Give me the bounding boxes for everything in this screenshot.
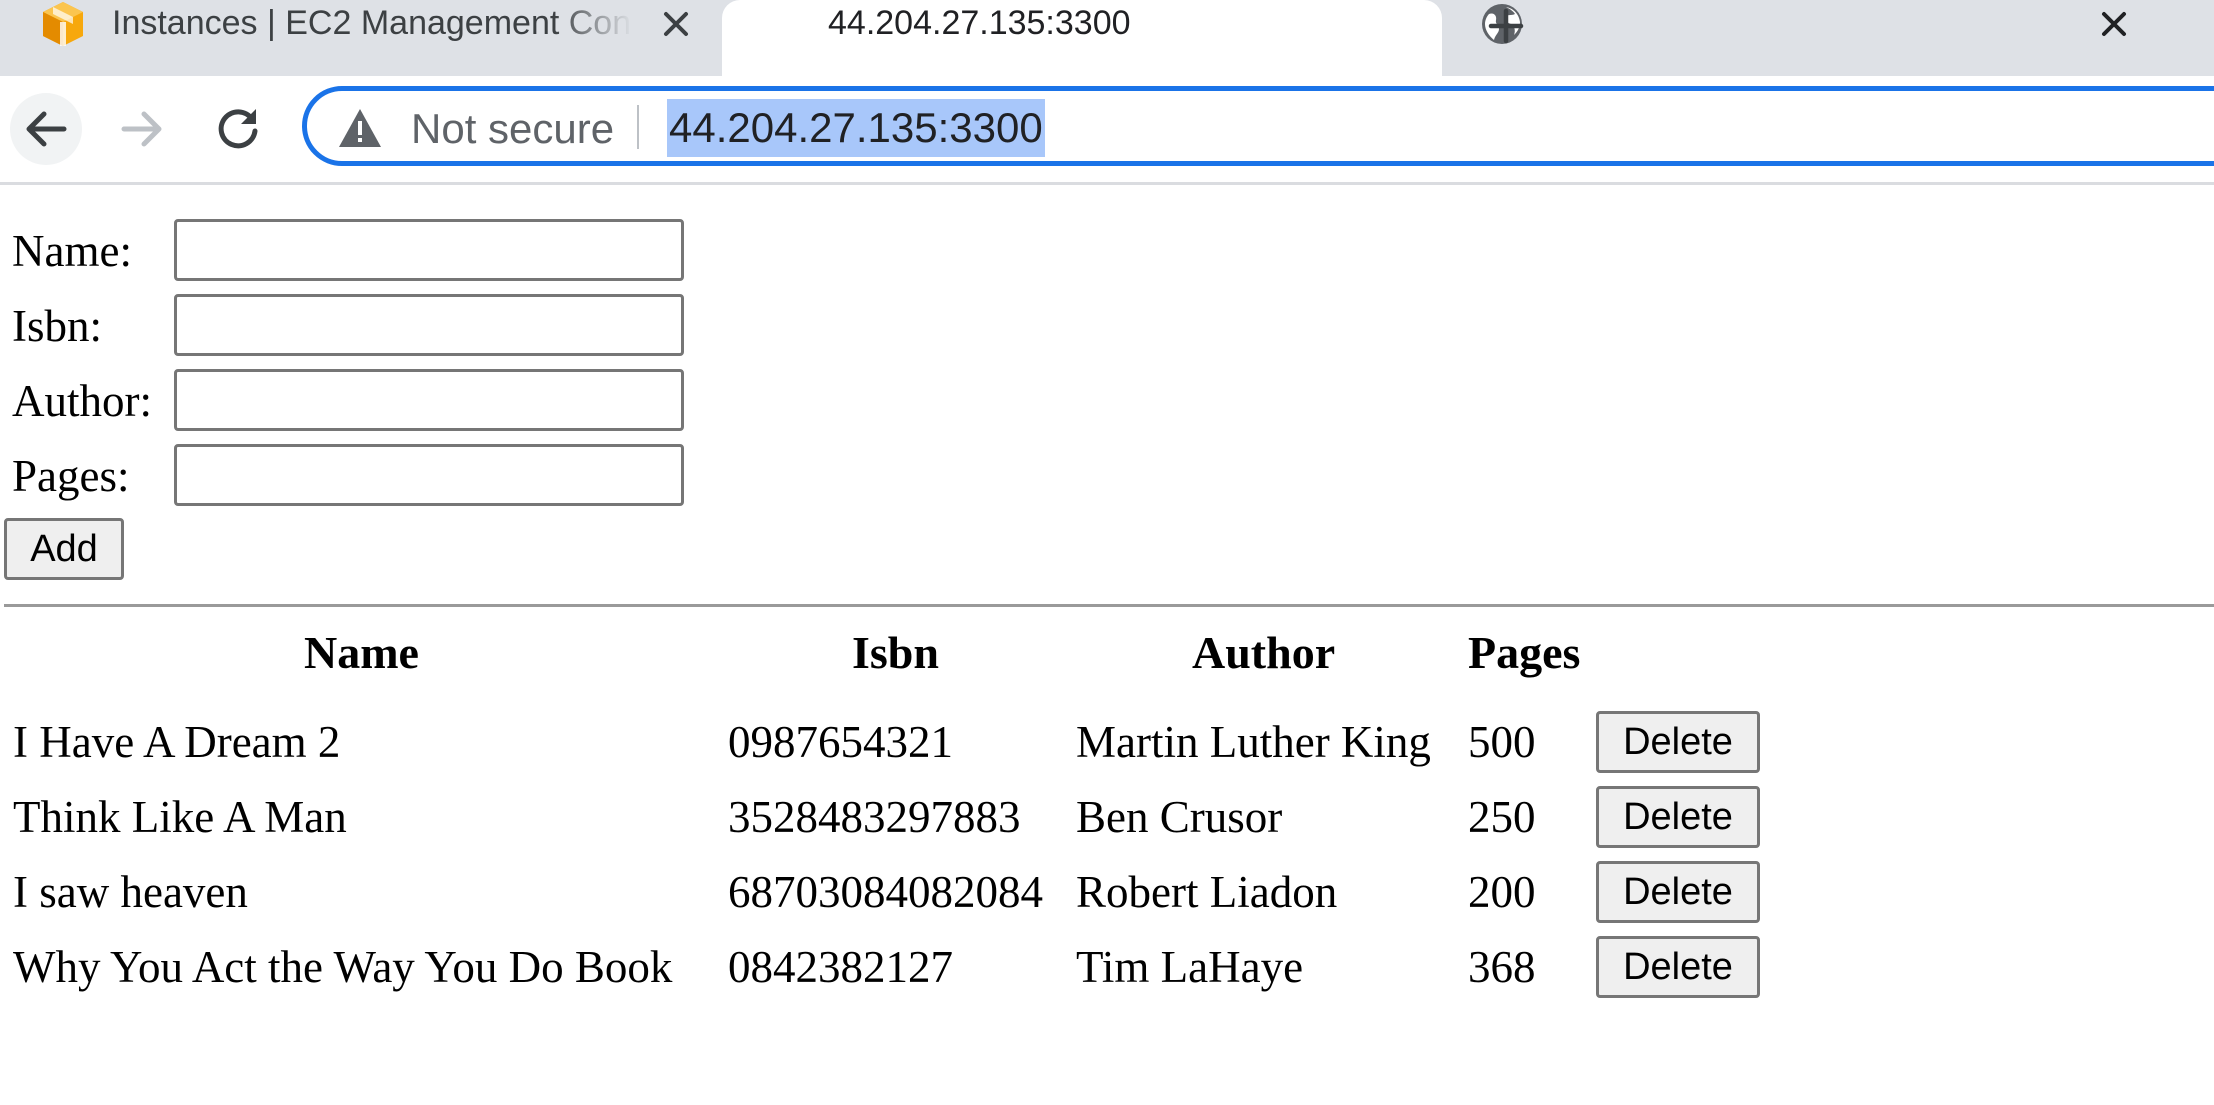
cell-name: Why You Act the Way You Do Book	[13, 942, 673, 992]
omnibox-divider	[637, 105, 639, 149]
name-label: Name:	[12, 226, 132, 276]
cell-author: Ben Crusor	[1076, 792, 1283, 842]
url-text[interactable]: 44.204.27.135:3300	[667, 99, 1045, 157]
back-arrow-icon[interactable]	[10, 93, 82, 165]
cell-isbn: 0987654321	[728, 717, 953, 767]
aws-box-icon	[40, 0, 86, 57]
cell-pages: 200	[1468, 867, 1536, 917]
cell-name: I saw heaven	[13, 867, 248, 917]
cell-isbn: 3528483297883	[728, 792, 1021, 842]
tab-ec2-instances[interactable]: Instances | EC2 Management Console	[0, 0, 710, 76]
tab-strip: Instances | EC2 Management Console 44.20…	[0, 0, 2214, 76]
cell-isbn: 68703084082084	[728, 867, 1043, 917]
cell-name: Think Like A Man	[13, 792, 347, 842]
tab-title: 44.204.27.135:3300	[828, 4, 1131, 42]
divider	[4, 604, 2214, 607]
header-isbn: Isbn	[852, 627, 939, 678]
isbn-label: Isbn:	[12, 301, 102, 351]
cell-name: I Have A Dream 2	[13, 717, 341, 767]
delete-button[interactable]: Delete	[1596, 861, 1760, 923]
cell-pages: 500	[1468, 717, 1536, 767]
reload-icon[interactable]	[202, 93, 274, 165]
header-author: Author	[1192, 627, 1336, 678]
delete-button[interactable]: Delete	[1596, 786, 1760, 848]
cell-isbn: 0842382127	[728, 942, 953, 992]
cell-author: Tim LaHaye	[1076, 942, 1304, 992]
page-content: Name: Isbn: Author: Pages: Add Name Isbn…	[0, 186, 2214, 1105]
warning-triangle-icon[interactable]	[337, 107, 383, 154]
delete-button[interactable]: Delete	[1596, 936, 1760, 998]
pages-input[interactable]	[174, 444, 684, 506]
security-status-label[interactable]: Not secure	[411, 105, 614, 153]
new-tab-icon[interactable]	[1480, 2, 1532, 50]
close-tab-icon[interactable]	[2092, 2, 2136, 46]
delete-button[interactable]: Delete	[1596, 711, 1760, 773]
header-pages: Pages	[1468, 627, 1581, 678]
cell-pages: 250	[1468, 792, 1536, 842]
pages-label: Pages:	[12, 451, 130, 501]
forward-arrow-icon[interactable]	[106, 93, 178, 165]
header-name: Name	[304, 627, 419, 678]
tab-title: Instances | EC2 Management Console	[112, 4, 632, 42]
close-tab-icon[interactable]	[654, 2, 698, 46]
name-input[interactable]	[174, 219, 684, 281]
browser-toolbar: Not secure 44.204.27.135:3300	[0, 76, 2214, 185]
isbn-input[interactable]	[174, 294, 684, 356]
cell-author: Martin Luther King	[1076, 717, 1431, 767]
tab-book-app[interactable]: 44.204.27.135:3300	[722, 0, 2126, 76]
add-button[interactable]: Add	[4, 518, 124, 580]
address-bar[interactable]: Not secure 44.204.27.135:3300	[302, 86, 2214, 166]
cell-author: Robert Liadon	[1076, 867, 1338, 917]
author-label: Author:	[12, 376, 152, 426]
author-input[interactable]	[174, 369, 684, 431]
cell-pages: 368	[1468, 942, 1536, 992]
